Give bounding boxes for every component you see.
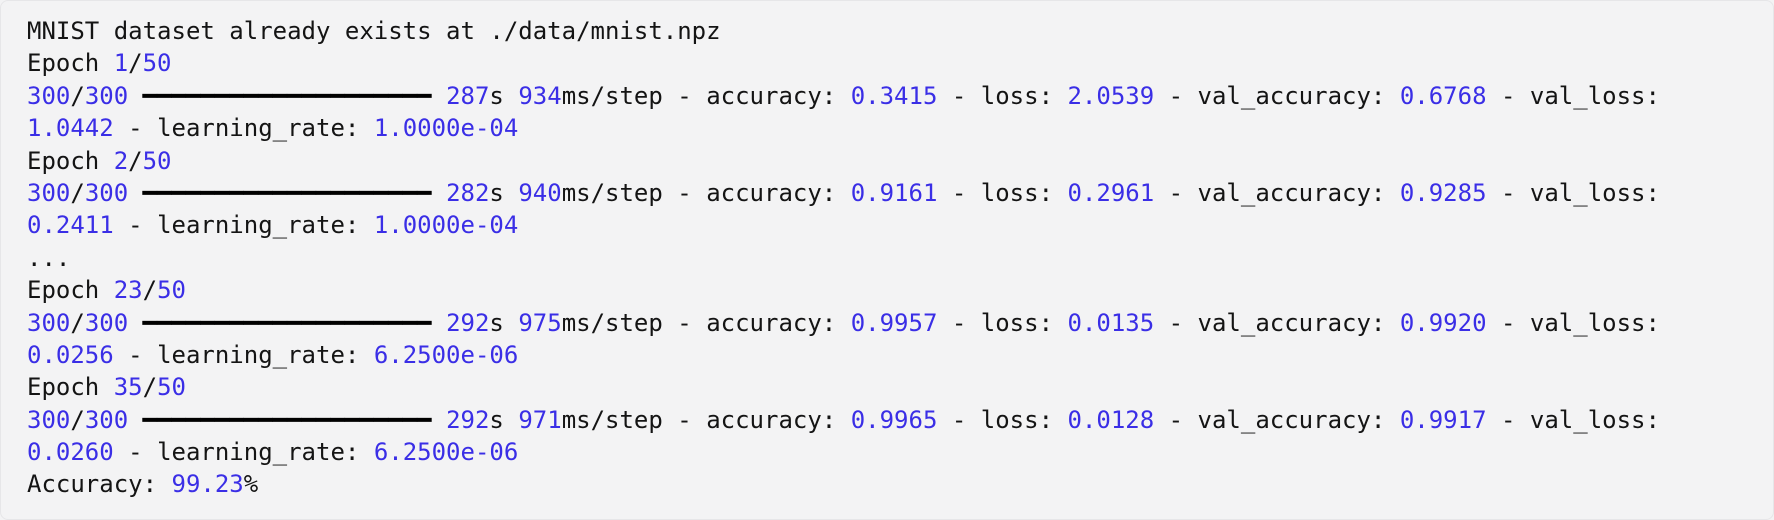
epoch-header-23: Epoch 23/50 bbox=[27, 276, 186, 304]
epoch-stats-1: 300/300 ━━━━━━━━━━━━━━━━━━━━ 287s 934ms/… bbox=[27, 82, 1674, 142]
terminal-output: MNIST dataset already exists at ./data/m… bbox=[0, 0, 1774, 520]
epoch-stats-35: 300/300 ━━━━━━━━━━━━━━━━━━━━ 292s 971ms/… bbox=[27, 406, 1674, 466]
epoch-stats-2: 300/300 ━━━━━━━━━━━━━━━━━━━━ 282s 940ms/… bbox=[27, 179, 1674, 239]
epoch-header-1: Epoch 1/50 bbox=[27, 49, 172, 77]
ellipsis: ... bbox=[27, 244, 70, 272]
final-accuracy: Accuracy: 99.23% bbox=[27, 470, 258, 498]
initial-message: MNIST dataset already exists at ./data/m… bbox=[27, 17, 721, 45]
epoch-header-35: Epoch 35/50 bbox=[27, 373, 186, 401]
epoch-header-2: Epoch 2/50 bbox=[27, 147, 172, 175]
epoch-stats-23: 300/300 ━━━━━━━━━━━━━━━━━━━━ 292s 975ms/… bbox=[27, 309, 1674, 369]
